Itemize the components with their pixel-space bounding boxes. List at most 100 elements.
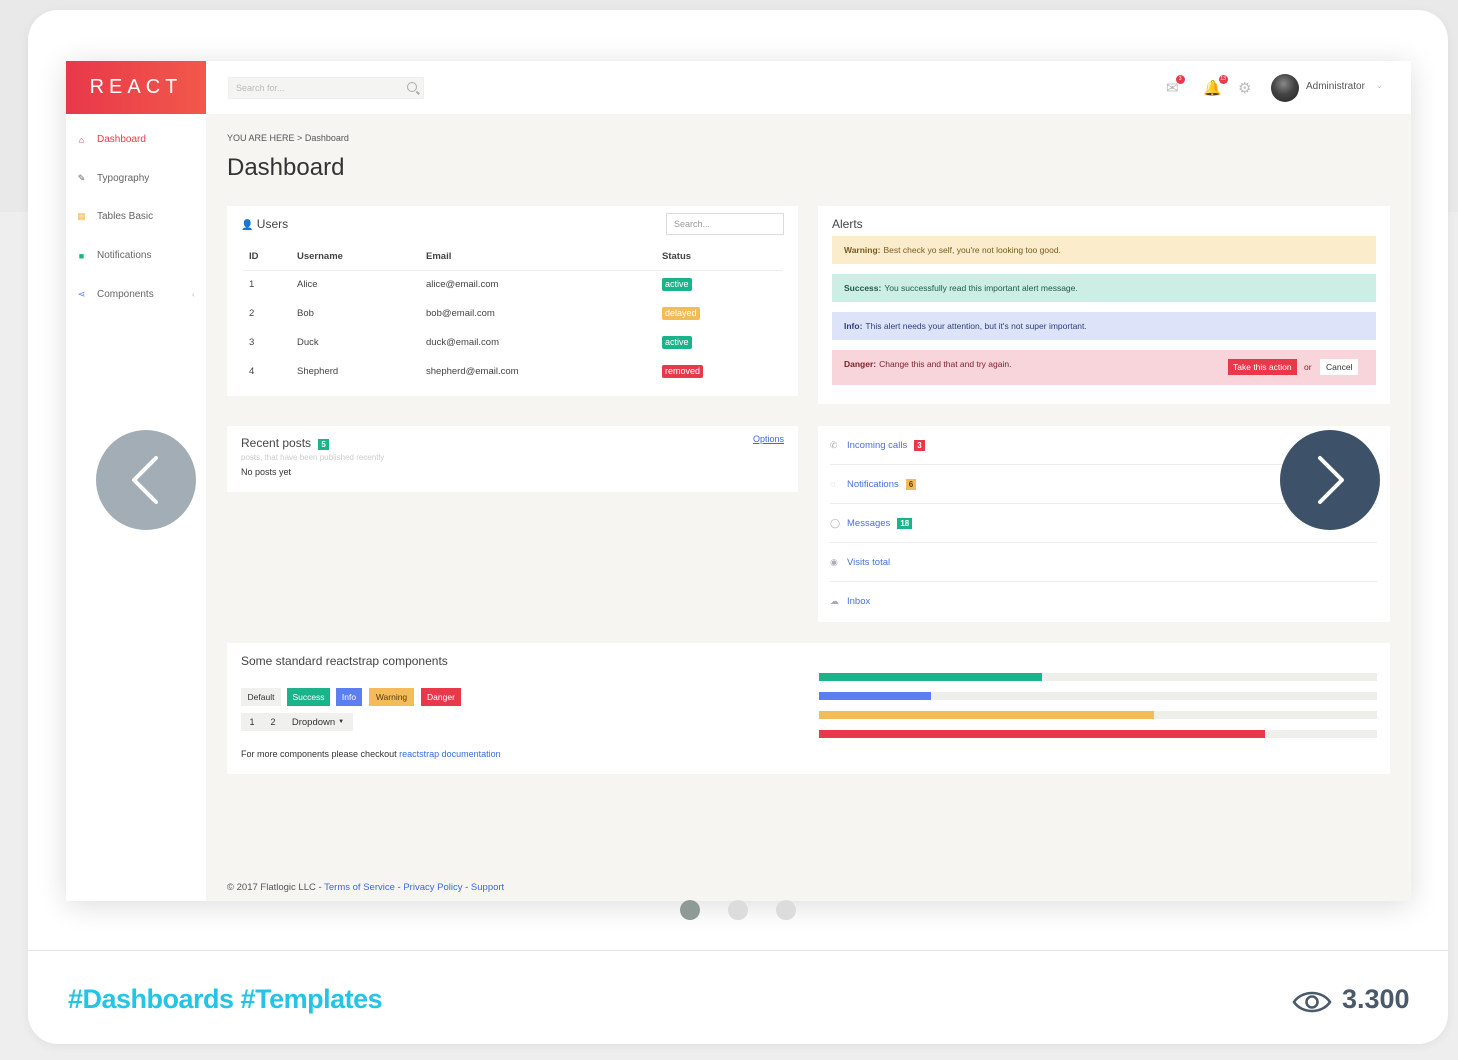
- cell-status: removed: [662, 357, 783, 386]
- users-title-row: 👤 Users: [241, 217, 288, 231]
- reactstrap-docs-link[interactable]: reactstrap documentation: [399, 749, 501, 759]
- alert-strong: Info:: [844, 321, 863, 331]
- alert-danger: Danger: Change this and that and try agai…: [832, 350, 1376, 385]
- progress-fill: [819, 673, 1043, 681]
- chevron-left-icon[interactable]: ‹: [192, 290, 195, 299]
- user-icon: 👤: [241, 220, 254, 231]
- edit-icon: ✎: [77, 173, 86, 183]
- terms-link[interactable]: Terms of Service: [324, 882, 395, 893]
- cloud-icon: ☁: [830, 596, 839, 606]
- sidebar-item-label: Components: [97, 289, 154, 300]
- avatar[interactable]: [1271, 74, 1299, 102]
- status-badge: delayed: [662, 307, 700, 320]
- progress-bar: [819, 692, 1377, 700]
- pager-1-button[interactable]: 1: [241, 713, 263, 731]
- sidebar-item-components[interactable]: ⋖ Components: [76, 289, 154, 300]
- eye-icon: [1292, 991, 1332, 1013]
- list-item-label: Notifications: [847, 478, 899, 490]
- table-row[interactable]: 1 Alice alice@email.com active: [243, 270, 783, 299]
- progress-fill: [819, 692, 931, 700]
- recent-posts-panel: Recent posts 5 posts, that have been pub…: [227, 426, 798, 492]
- bell-badge: 13: [1218, 75, 1228, 84]
- list-item-label: Visits total: [847, 556, 891, 568]
- list-item-inbox[interactable]: ☁ Inbox: [830, 582, 1377, 621]
- top-bar: Search for... ✉ 3 🔔 13 ⚙ Administrator ⌄: [206, 61, 1411, 114]
- sidebar-item-dashboard[interactable]: ⌂ Dashboard: [76, 134, 146, 145]
- copyright: © 2017 Flatlogic LLC: [227, 882, 316, 893]
- gear-icon[interactable]: ⚙: [1238, 79, 1251, 97]
- carousel-dot-1[interactable]: [680, 900, 700, 920]
- components-title: Some standard reactstrap components: [241, 654, 448, 668]
- recent-posts-count: 5: [318, 439, 329, 450]
- more-text: For more components please checkout: [241, 749, 397, 759]
- app-logo[interactable]: REACT: [66, 61, 206, 114]
- card-divider: [28, 950, 1448, 951]
- user-name[interactable]: Administrator: [1306, 81, 1365, 92]
- options-link[interactable]: Options: [753, 434, 784, 444]
- cell-username: Bob: [297, 308, 314, 319]
- carousel-prev-button[interactable]: [96, 430, 196, 530]
- danger-button[interactable]: Danger: [421, 688, 461, 706]
- list-item-label: Inbox: [847, 596, 871, 607]
- breadcrumb-separator: >: [297, 133, 303, 143]
- more-components-text: For more components please checkout reac…: [241, 749, 501, 759]
- carousel-dot-3[interactable]: [776, 900, 796, 920]
- breadcrumb-current[interactable]: Dashboard: [305, 133, 349, 143]
- cell-email: alice@email.com: [426, 279, 499, 291]
- search-input[interactable]: Search for...: [228, 77, 424, 99]
- alerts-title: Alerts: [832, 217, 863, 231]
- table-row[interactable]: 3 Duck duck@email.com active: [243, 328, 783, 357]
- column-header-email: Email: [426, 244, 662, 271]
- users-search-placeholder: Search...: [674, 219, 711, 229]
- table-header-row: ID Username Email Status: [243, 244, 783, 271]
- sidebar-item-tables-basic[interactable]: ▦ Tables Basic: [76, 211, 153, 222]
- warning-button[interactable]: Warning: [369, 688, 414, 706]
- users-search-input[interactable]: Search...: [666, 213, 784, 235]
- or-label: or: [1304, 362, 1312, 372]
- alert-text: Best check yo self, you're not looking t…: [883, 245, 1061, 255]
- privacy-link[interactable]: Privacy Policy: [403, 882, 462, 893]
- cell-id: 2: [249, 308, 255, 319]
- alert-info: Info: This alert needs your attention, bu…: [832, 312, 1376, 340]
- progress-bar: [819, 673, 1377, 681]
- sidebar-item-notifications[interactable]: ■ Notifications: [76, 250, 152, 261]
- list-item-visits-total[interactable]: ◉ Visits total: [830, 543, 1377, 582]
- cancel-button[interactable]: Cancel: [1320, 359, 1359, 375]
- sidebar-item-typography[interactable]: ✎ Typography: [76, 173, 150, 184]
- cell-username: Duck: [297, 337, 319, 348]
- take-action-button[interactable]: Take this action: [1228, 359, 1297, 375]
- carousel-dot-2[interactable]: [728, 900, 748, 920]
- pager-2-button[interactable]: 2: [263, 713, 283, 731]
- success-button[interactable]: Success: [287, 688, 330, 706]
- alert-strong: Success:: [844, 283, 882, 293]
- support-link[interactable]: Support: [471, 882, 504, 893]
- cell-id: 4: [249, 366, 255, 377]
- table-row[interactable]: 4 Shepherd shepherd@email.com removed: [243, 357, 783, 386]
- sidebar-item-label: Typography: [97, 173, 150, 184]
- home-icon: ⌂: [78, 134, 85, 145]
- chevron-down-icon[interactable]: ⌄: [1376, 81, 1383, 90]
- list-item-label: Incoming calls: [847, 439, 908, 451]
- dropdown-button[interactable]: Dropdown ▼: [283, 713, 353, 731]
- chevron-left-icon: [132, 456, 158, 504]
- alert-text: Change this and that and try again.: [879, 359, 1012, 369]
- cell-email: bob@email.com: [426, 308, 495, 319]
- caret-down-icon: ▼: [338, 719, 345, 725]
- bell-icon[interactable]: 🔔 13: [1203, 75, 1228, 97]
- info-button[interactable]: Info: [336, 688, 362, 706]
- table-icon: ▦: [77, 211, 86, 221]
- dropdown-label: Dropdown: [291, 716, 336, 728]
- default-button[interactable]: Default: [241, 688, 281, 706]
- cell-username: Shepherd: [297, 366, 339, 377]
- logo-text: REACT: [89, 76, 183, 98]
- mail-icon[interactable]: ✉ 3: [1166, 75, 1185, 97]
- chat-icon: ■: [78, 250, 85, 261]
- chevron-right-icon: [1318, 456, 1344, 504]
- tags-link[interactable]: #Dashboards #Templates: [68, 984, 383, 1015]
- column-header-status: Status: [662, 244, 783, 271]
- carousel-next-button[interactable]: [1280, 430, 1380, 530]
- cell-status: delayed: [662, 299, 783, 328]
- dashboard-preview: REACT Search for... ✉ 3 🔔 13 ⚙ Administrat…: [66, 61, 1411, 901]
- table-row[interactable]: 2 Bob bob@email.com delayed: [243, 299, 783, 328]
- users-table: ID Username Email Status 1 Alice alice@e…: [243, 244, 783, 386]
